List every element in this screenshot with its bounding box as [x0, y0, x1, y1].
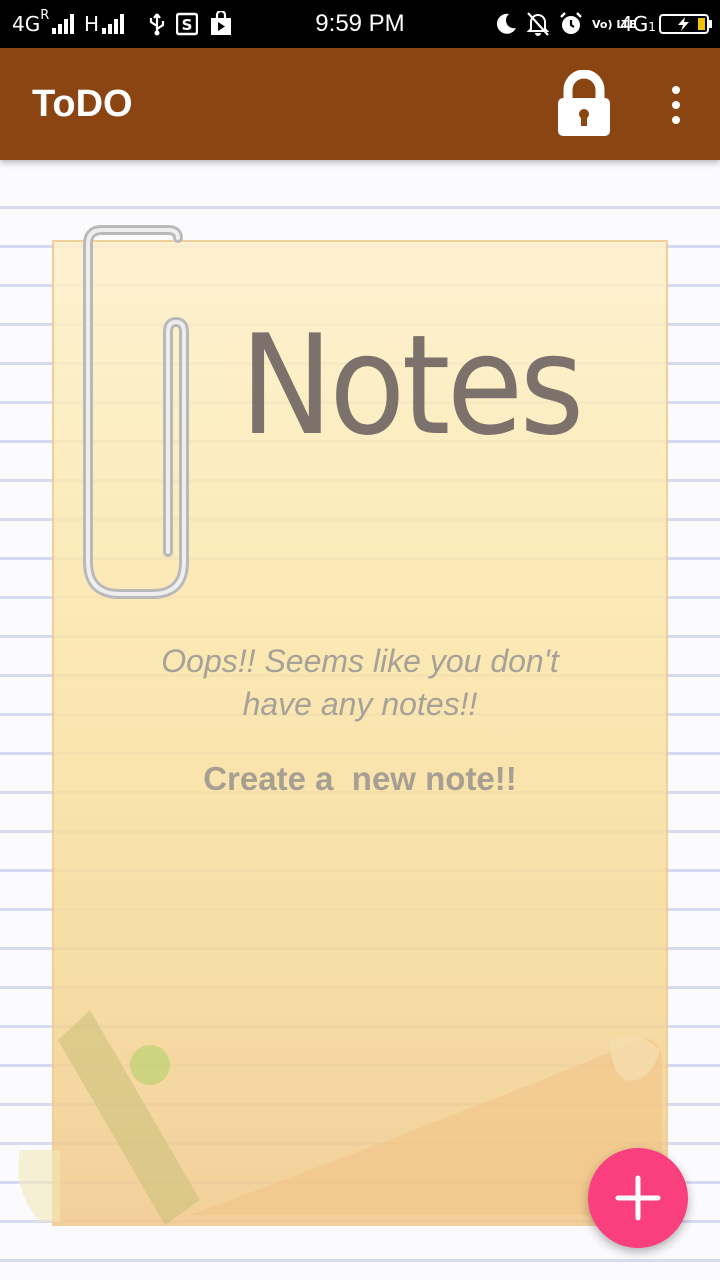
lock-icon	[558, 69, 610, 136]
add-note-button[interactable]	[588, 1148, 688, 1248]
network-right-label: 4G	[620, 12, 649, 36]
create-note-prompt: Create a new note!!	[203, 760, 517, 797]
overflow-menu-button[interactable]	[656, 80, 696, 130]
app-title: ToDO	[32, 82, 133, 125]
empty-state-message: Oops!! Seems like you don't have any not…	[100, 640, 620, 726]
empty-state-line-2: have any notes!!	[242, 686, 478, 722]
sim-slot-label: 1	[648, 20, 656, 34]
paper-clip-icon	[83, 225, 189, 599]
battery-charging-icon	[658, 0, 714, 48]
moon-icon	[494, 0, 518, 48]
empty-state-line-1: Oops!! Seems like you don't	[161, 643, 559, 679]
status-bar: 4G R H S 9:59 PM Vo) LTE 4G 1	[0, 0, 720, 48]
plus-icon	[615, 1175, 661, 1221]
notes-heading: Notes	[240, 304, 584, 466]
lock-button[interactable]	[552, 69, 616, 140]
notifications-off-icon	[526, 0, 550, 48]
more-vert-icon	[672, 86, 680, 94]
alarm-icon	[558, 0, 584, 48]
network-right: 4G 1	[620, 0, 656, 48]
